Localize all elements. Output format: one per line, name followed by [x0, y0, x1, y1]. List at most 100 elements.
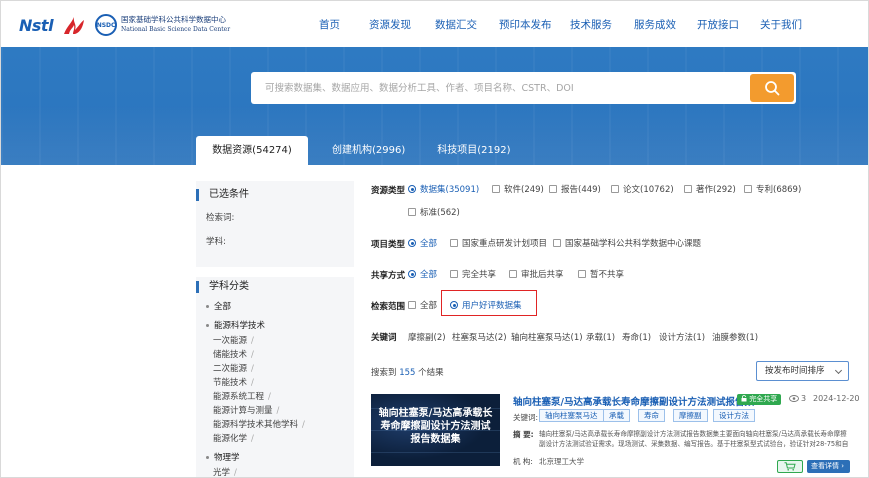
filter-resource-software[interactable]: 软件(249) — [492, 183, 544, 195]
filter-resource-dataset[interactable]: 数据集(35091) — [408, 183, 479, 195]
dataset-thumbnail[interactable]: 轴向柱塞泵/马达高承载长寿命摩擦副设计方法测试报告数据集 — [371, 394, 500, 466]
checkbox-icon — [450, 270, 458, 278]
subject-item[interactable]: 二次能源 / — [213, 362, 254, 374]
filter-label-search-scope: 检索范围 — [371, 302, 406, 312]
subject-item[interactable]: 一次能源 / — [213, 334, 254, 346]
tab-creating-institutions[interactable]: 创建机构(2996) — [326, 136, 411, 165]
keyword-tag[interactable]: 承载 — [603, 409, 630, 422]
filter-project-nsdc-topic[interactable]: 国家基础学科公共科学数据中心课题 — [553, 237, 701, 249]
top-navigation-bar: Nstl NSDC 国家基础学科公共科学数据中心 National Basic … — [1, 1, 868, 47]
filter-share-not-shared[interactable]: 暂不共享 — [578, 268, 624, 280]
page-frame: Nstl NSDC 国家基础学科公共科学数据中心 National Basic … — [0, 0, 869, 478]
search-icon — [765, 81, 780, 96]
keyword-tag[interactable]: 设计方法 — [713, 409, 755, 422]
subject-item[interactable]: 能源科学技术其他学科 / — [213, 418, 305, 430]
subject-item[interactable]: 能源化学 / — [213, 432, 254, 444]
filter-share-after-approval[interactable]: 审批后共享 — [509, 268, 564, 280]
keyword-tag[interactable]: 寿命 — [638, 409, 665, 422]
nav-home[interactable]: 首页 — [319, 17, 340, 32]
view-details-button[interactable]: 查看详情 › — [807, 460, 850, 473]
subject-item[interactable]: 储能技术 / — [213, 348, 254, 360]
cart-icon — [784, 462, 796, 471]
publish-date: 2024-12-20 — [813, 394, 860, 403]
checkbox-icon — [744, 185, 752, 193]
selected-conditions-title: 已选条件 — [196, 189, 249, 201]
thumbnail-title: 轴向柱塞泵/马达高承载长寿命摩擦副设计方法测试报告数据集 — [378, 408, 493, 445]
filter-share-all[interactable]: 全部 — [408, 268, 437, 280]
keyword-chip[interactable]: 寿命(1) — [622, 331, 651, 343]
nav-about-us[interactable]: 关于我们 — [760, 17, 802, 32]
filter-project-all[interactable]: 全部 — [408, 237, 437, 249]
keyword-chip[interactable]: 轴向柱塞泵马达(1) — [511, 331, 583, 343]
keyword-chip[interactable]: 设计方法(1) — [659, 331, 705, 343]
subject-item[interactable]: 节能技术 / — [213, 376, 254, 388]
keyword-chip[interactable]: 摩擦副(2) — [408, 331, 446, 343]
checkbox-icon — [611, 185, 619, 193]
search-box — [251, 72, 796, 104]
subject-energy-science[interactable]: 能源科学技术 — [206, 319, 265, 331]
checkbox-icon — [408, 301, 416, 309]
share-status-badge: 完全共享 — [737, 394, 782, 405]
filter-resource-book[interactable]: 著作(292) — [684, 183, 736, 195]
filter-scope-all[interactable]: 全部 — [408, 299, 437, 311]
nsdc-name-chinese: 国家基础学科公共科学数据中心 — [121, 15, 227, 24]
nsdc-logo: NSDC 国家基础学科公共科学数据中心 National Basic Scien… — [95, 14, 230, 36]
checkbox-icon — [578, 270, 586, 278]
checkbox-icon — [492, 185, 500, 193]
subject-physics[interactable]: 物理学 — [206, 451, 240, 463]
nsdc-name-english: National Basic Science Data Center — [121, 26, 231, 33]
eye-icon — [789, 395, 799, 402]
keyword-chip[interactable]: 承载(1) — [586, 331, 615, 343]
filter-resource-standard[interactable]: 标准(562) — [408, 206, 460, 218]
left-sidebar: 已选条件 检索词: 学科: 学科分类 全部 能源科学技术 一次能源 / 储能技术 /… — [196, 181, 354, 477]
highlight-annotation-box — [441, 290, 537, 316]
result-keyword-label: 关键词: — [513, 413, 539, 422]
search-button[interactable] — [750, 74, 794, 102]
subject-item[interactable]: 光学 / — [213, 466, 237, 477]
keyword-tag[interactable]: 摩擦副 — [673, 409, 708, 422]
filter-label-resource-type: 资源类型 — [371, 186, 406, 196]
tab-data-resources[interactable]: 数据资源(54274) — [196, 136, 308, 165]
nstl-logo: Nstl — [19, 15, 54, 35]
search-input[interactable] — [251, 72, 748, 104]
tab-science-projects[interactable]: 科技项目(2192) — [431, 136, 516, 165]
filter-resource-paper[interactable]: 论文(10762) — [611, 183, 674, 195]
nav-tech-services[interactable]: 技术服务 — [570, 17, 612, 32]
abstract-text: 轴向柱塞泵/马达高承载长寿命摩擦副设计方法测试报告数据集主要面向轴向柱塞泵/马达… — [539, 430, 849, 448]
subject-item[interactable]: 能源计算与测量 / — [213, 404, 279, 416]
subject-all[interactable]: 全部 — [206, 300, 231, 312]
filter-label-project-type: 项目类型 — [371, 240, 406, 250]
nav-data-submission[interactable]: 数据汇交 — [435, 17, 477, 32]
subject-condition-label: 学科: — [206, 237, 226, 247]
nav-service-results[interactable]: 服务成效 — [634, 17, 676, 32]
nav-open-api[interactable]: 开放接口 — [697, 17, 739, 32]
lock-open-icon — [741, 395, 747, 402]
filter-resource-patent[interactable]: 专利(6869) — [744, 183, 801, 195]
filter-label-share-mode: 共享方式 — [371, 271, 406, 281]
checkbox-icon — [509, 270, 517, 278]
add-to-cart-button[interactable] — [777, 460, 803, 473]
keyword-chip[interactable]: 柱塞泵马达(2) — [452, 331, 507, 343]
checkbox-icon — [450, 239, 458, 247]
radio-selected-icon — [408, 185, 416, 193]
red-flame-logo-icon — [61, 14, 87, 36]
radio-selected-icon — [408, 239, 416, 247]
chevron-down-icon — [834, 366, 843, 375]
filter-project-national-key-rd[interactable]: 国家重点研发计划项目 — [450, 237, 547, 249]
checkbox-icon — [408, 208, 416, 216]
subject-item[interactable]: 能源系统工程 / — [213, 390, 271, 402]
nav-resource-discovery[interactable]: 资源发现 — [369, 17, 411, 32]
nav-preprint[interactable]: 预印本发布 — [499, 17, 552, 32]
keyword-condition-label: 检索词: — [206, 213, 235, 223]
filter-label-keywords: 关键词 — [371, 333, 397, 343]
nsdc-logo-mark: NSDC — [95, 14, 118, 36]
filter-resource-report[interactable]: 报告(449) — [549, 183, 601, 195]
result-title-link[interactable]: 轴向柱塞泵/马达高承载长寿命摩擦副设计方法测试报告数... — [513, 394, 765, 408]
logo-group[interactable]: Nstl NSDC 国家基础学科公共科学数据中心 National Basic … — [19, 13, 230, 37]
keyword-tag[interactable]: 轴向柱塞泵马达 — [539, 409, 604, 422]
keyword-chip[interactable]: 油膜参数(1) — [712, 331, 758, 343]
checkbox-icon — [553, 239, 561, 247]
sort-dropdown[interactable]: 按发布时间排序 — [756, 361, 849, 381]
view-count: 3 — [789, 394, 806, 403]
filter-share-full[interactable]: 完全共享 — [450, 268, 496, 280]
